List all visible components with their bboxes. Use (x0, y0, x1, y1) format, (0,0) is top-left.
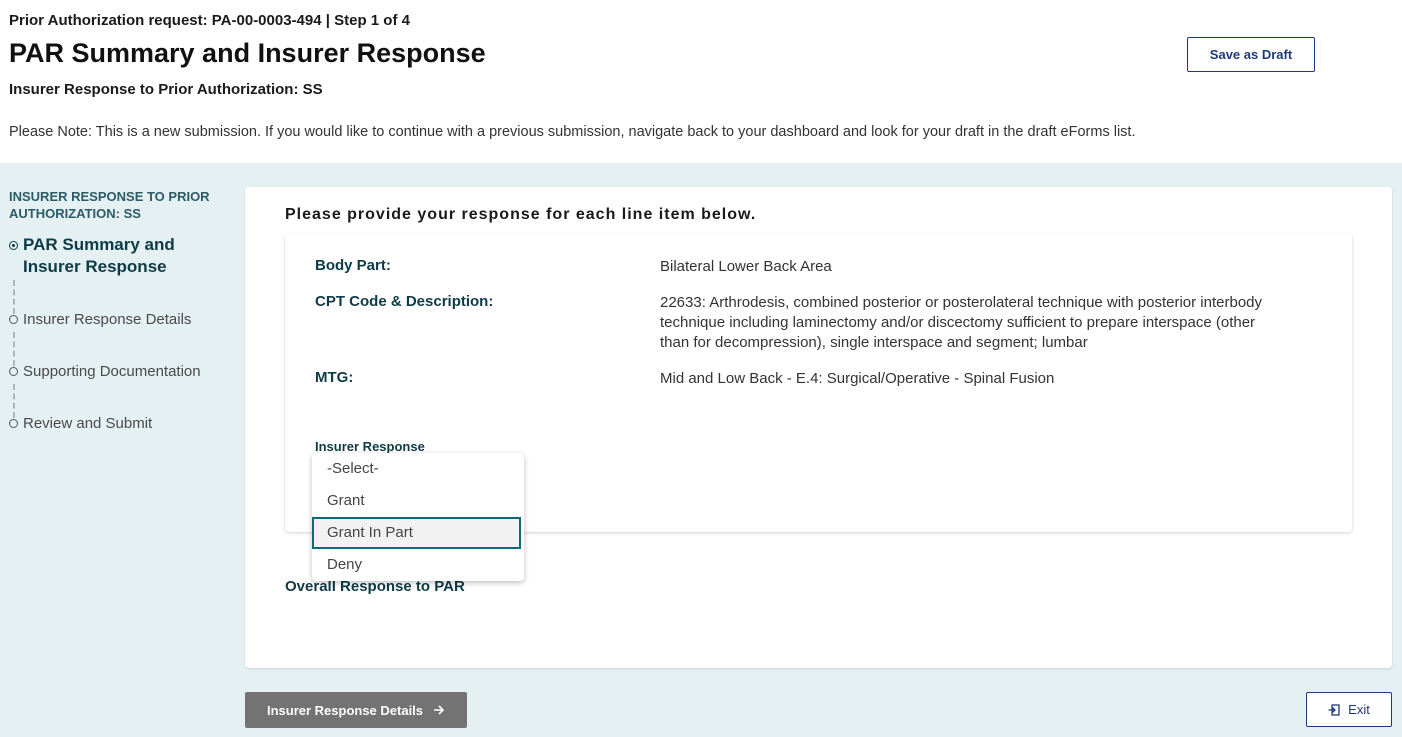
active-step-icon (9, 241, 18, 250)
save-as-draft-button[interactable]: Save as Draft (1187, 37, 1315, 72)
insurer-response-label: Insurer Response (315, 439, 425, 454)
step-circle-icon (9, 315, 18, 324)
step-sidebar: INSURER RESPONSE TO PRIOR AUTHORIZATION:… (9, 188, 234, 432)
step-circle-icon (9, 419, 18, 428)
cpt-code-label: CPT Code & Description: (315, 293, 494, 310)
page-subtitle: Insurer Response to Prior Authorization:… (9, 81, 323, 98)
mtg-value: Mid and Low Back - E.4: Surgical/Operati… (660, 370, 1055, 387)
body-part-value: Bilateral Lower Back Area (660, 258, 832, 275)
page-header: Prior Authorization request: PA-00-0003-… (0, 0, 1402, 163)
submission-note: Please Note: This is a new submission. I… (9, 124, 1136, 140)
exit-button[interactable]: Exit (1306, 692, 1392, 727)
exit-label: Exit (1348, 702, 1370, 717)
step-supporting-documentation[interactable]: Supporting Documentation (9, 361, 201, 383)
mtg-label: MTG: (315, 369, 354, 386)
step-circle-icon (9, 367, 18, 376)
step-insurer-response-details[interactable]: Insurer Response Details (9, 309, 191, 331)
next-step-button[interactable]: Insurer Response Details (245, 692, 467, 728)
next-step-label: Insurer Response Details (266, 702, 424, 718)
insurer-response-dropdown-menu[interactable]: -Select- Grant Grant In Part Deny (312, 453, 524, 581)
step-review-and-submit[interactable]: Review and Submit (9, 413, 152, 435)
request-step-indicator: Prior Authorization request: PA-00-0003-… (9, 12, 410, 29)
exit-icon (1328, 703, 1340, 716)
dropdown-option-deny[interactable]: Deny (312, 549, 524, 581)
cpt-code-value: 22633: Arthrodesis, combined posterior o… (660, 294, 1263, 351)
step-par-summary[interactable]: PAR Summary and Insurer Response (9, 234, 234, 278)
body-part-label: Body Part: (315, 257, 391, 274)
step-label: Review and Submit (23, 415, 153, 432)
step-label: PAR Summary and Insurer Response (23, 235, 175, 276)
step-label: Supporting Documentation (23, 363, 201, 380)
dropdown-option-select[interactable]: -Select- (312, 453, 524, 485)
section-heading: Please provide your response for each li… (285, 206, 757, 223)
step-label: Insurer Response Details (23, 311, 192, 328)
dropdown-option-grant[interactable]: Grant (312, 485, 524, 517)
page-title: PAR Summary and Insurer Response (9, 38, 486, 68)
arrow-right-icon (433, 704, 445, 716)
main-card: Please provide your response for each li… (245, 187, 1392, 668)
dropdown-option-grant-in-part[interactable]: Grant In Part (312, 517, 521, 549)
sidebar-heading: INSURER RESPONSE TO PRIOR AUTHORIZATION:… (9, 189, 210, 221)
